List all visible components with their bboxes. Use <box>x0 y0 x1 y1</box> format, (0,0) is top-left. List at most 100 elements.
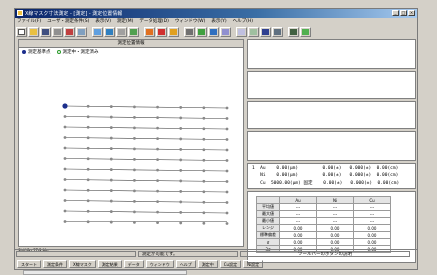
measurement-point[interactable] <box>202 127 206 131</box>
measurement-point[interactable] <box>133 168 136 172</box>
measurement-point[interactable] <box>63 220 67 223</box>
cut-button[interactable] <box>64 27 75 37</box>
measurement-point[interactable] <box>86 188 90 192</box>
measurement-point[interactable] <box>133 220 136 224</box>
taskbar-item[interactable]: Ni設定 <box>243 260 264 268</box>
minimize-button[interactable]: _ <box>392 10 399 16</box>
measurement-point[interactable] <box>109 199 113 203</box>
menu-display[interactable]: 表示(Y) <box>211 18 226 25</box>
measurement-point[interactable] <box>86 220 90 224</box>
measurement-point[interactable] <box>225 222 229 225</box>
measurement-point[interactable] <box>63 125 67 129</box>
measurement-point[interactable] <box>156 179 159 183</box>
horizontal-scrollbar[interactable] <box>23 270 187 275</box>
measurement-point[interactable] <box>86 167 90 171</box>
exit-button[interactable] <box>300 27 311 37</box>
measurement-point[interactable] <box>202 221 206 225</box>
measurement-point[interactable] <box>225 169 229 173</box>
measurement-point[interactable] <box>86 115 90 119</box>
taskbar-item[interactable]: Cu設定 <box>219 260 242 268</box>
menu-help[interactable]: ヘルプ(H) <box>233 18 253 25</box>
measurement-point[interactable] <box>225 117 229 120</box>
measure-button[interactable] <box>196 27 207 37</box>
measurement-point[interactable] <box>86 209 90 213</box>
measurement-point[interactable] <box>156 137 159 141</box>
measurement-point[interactable] <box>86 178 90 182</box>
measurement-point[interactable] <box>109 115 113 119</box>
measurement-point[interactable] <box>109 168 113 171</box>
menu-measure[interactable]: 測定(M) <box>117 18 133 25</box>
measurement-point[interactable] <box>133 105 136 109</box>
measurement-point[interactable] <box>133 136 136 140</box>
measurement-point[interactable] <box>156 210 159 214</box>
measurement-point[interactable] <box>179 116 183 120</box>
measurement-point[interactable] <box>202 116 206 120</box>
measurement-point[interactable] <box>86 125 90 129</box>
menu-user-conditions[interactable]: ユーザ・測定条件(S) <box>47 18 89 25</box>
copy-button[interactable] <box>76 27 87 37</box>
measurement-point[interactable] <box>109 220 113 224</box>
grid-button[interactable] <box>116 27 127 37</box>
measurement-point[interactable] <box>225 106 229 110</box>
taskbar-item[interactable]: ウィンドウ <box>145 260 174 268</box>
data-button[interactable] <box>208 27 219 37</box>
measurement-point[interactable] <box>202 106 206 110</box>
measurement-point[interactable] <box>179 200 183 204</box>
measurement-grid[interactable] <box>21 98 241 238</box>
measurement-point[interactable] <box>225 190 229 194</box>
report-button[interactable] <box>220 27 231 37</box>
measurement-point[interactable] <box>133 115 136 119</box>
measurement-point[interactable] <box>63 136 67 139</box>
taskbar-item[interactable]: 測定条件 <box>43 260 67 268</box>
measurement-point[interactable] <box>109 147 113 150</box>
taskbar-item[interactable]: データ <box>123 260 144 268</box>
measurement-point[interactable] <box>202 179 206 183</box>
measurement-point[interactable] <box>109 157 113 161</box>
measurement-point[interactable] <box>179 137 183 141</box>
settings-button[interactable] <box>184 27 195 37</box>
menu-view[interactable]: 表示(V) <box>95 18 111 25</box>
measurement-point[interactable] <box>179 169 183 172</box>
measurement-point[interactable] <box>133 189 136 193</box>
measurement-point[interactable] <box>156 105 159 109</box>
export-button[interactable] <box>260 27 271 37</box>
measurement-point[interactable] <box>86 146 90 150</box>
measurement-point[interactable] <box>156 168 159 172</box>
start-button[interactable] <box>144 27 155 37</box>
measurement-point[interactable] <box>86 104 90 108</box>
measurement-point[interactable] <box>202 200 206 204</box>
measurement-point[interactable] <box>225 180 229 183</box>
save-button[interactable] <box>40 27 51 37</box>
measurement-point[interactable] <box>63 167 67 171</box>
measurement-point[interactable] <box>202 158 206 162</box>
measurement-point[interactable] <box>156 200 159 204</box>
pause-button[interactable] <box>168 27 179 37</box>
open-button[interactable] <box>28 27 39 37</box>
measurement-point[interactable] <box>179 211 183 214</box>
measurement-point[interactable] <box>156 126 159 130</box>
measurement-point[interactable] <box>156 158 159 162</box>
new-button[interactable] <box>16 27 27 37</box>
taskbar-item[interactable]: ヘルプ <box>175 260 196 268</box>
measurement-point[interactable] <box>179 148 183 151</box>
measurement-point[interactable] <box>225 211 229 215</box>
window-button[interactable] <box>236 27 247 37</box>
measurement-point[interactable] <box>86 136 90 140</box>
measurement-point[interactable] <box>202 137 206 141</box>
help-button[interactable] <box>288 27 299 37</box>
measurement-point[interactable] <box>63 157 67 160</box>
measurement-point[interactable] <box>86 157 90 161</box>
measurement-point[interactable] <box>109 136 113 140</box>
taskbar-item[interactable]: 測定中 <box>197 260 218 268</box>
measurement-point[interactable] <box>202 169 206 173</box>
measurement-point[interactable] <box>109 105 113 108</box>
measurement-point[interactable] <box>225 138 229 141</box>
measurement-point[interactable] <box>63 188 67 192</box>
measurement-point[interactable] <box>202 148 206 152</box>
close-button[interactable]: × <box>408 10 415 16</box>
zoom-in-button[interactable] <box>92 27 103 37</box>
measurement-point[interactable] <box>133 199 136 203</box>
measurement-point[interactable] <box>156 221 159 225</box>
measurement-point[interactable] <box>179 190 183 193</box>
measurement-point[interactable] <box>225 159 229 162</box>
